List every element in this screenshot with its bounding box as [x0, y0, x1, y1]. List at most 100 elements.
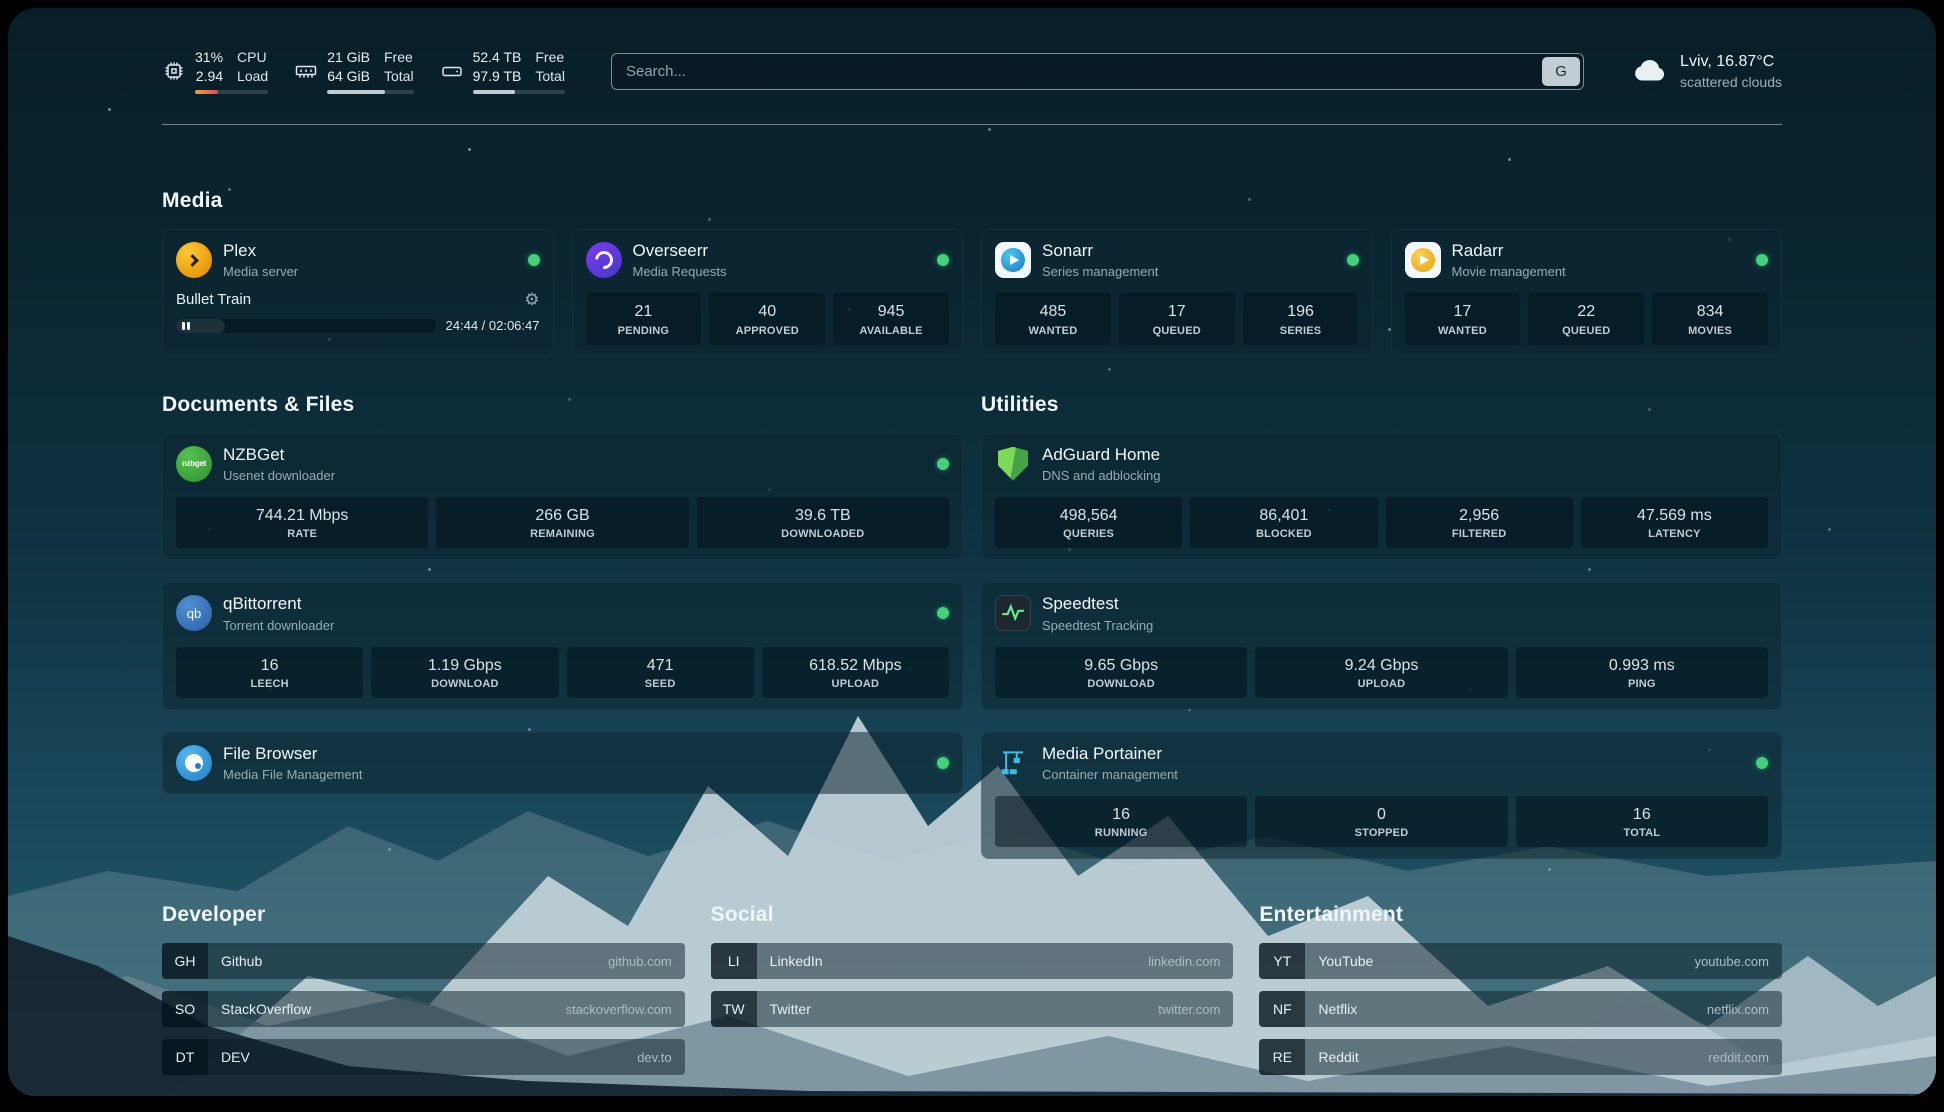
- bookmark-dev[interactable]: DT DEV dev.to: [162, 1039, 685, 1075]
- sonarr-icon: [995, 242, 1031, 278]
- memory-total-label: Total: [384, 67, 414, 85]
- service-subtitle: Media Requests: [633, 264, 927, 279]
- stat-tile: 196 SERIES: [1243, 293, 1359, 344]
- memory-usage-bar: [327, 90, 413, 94]
- section-heading-documents: Documents & Files: [162, 393, 963, 417]
- service-subtitle: Speedtest Tracking: [1042, 618, 1768, 633]
- service-title: Speedtest: [1042, 594, 1768, 614]
- stat-tile: 0.993 ms PING: [1516, 647, 1768, 698]
- stat-tile: 485 WANTED: [995, 293, 1111, 344]
- cpu-label: CPU: [237, 48, 268, 66]
- radarr-icon: [1405, 242, 1441, 278]
- bookmarks-entertainment: Entertainment YT YouTube youtube.com NF …: [1259, 903, 1782, 1087]
- bookmark-name: Reddit: [1318, 1049, 1708, 1065]
- utilities-column: Utilities AdGuard Home DNS and adblockin…: [981, 393, 1782, 860]
- playback-progress-bar[interactable]: [176, 319, 436, 333]
- search-bar: G: [611, 53, 1584, 90]
- section-heading-social: Social: [711, 903, 1234, 927]
- service-card-speedtest[interactable]: Speedtest Speedtest Tracking 9.65 Gbps D…: [981, 582, 1782, 710]
- status-online-dot: [937, 757, 949, 769]
- service-card-adguard[interactable]: AdGuard Home DNS and adblocking 498,564 …: [981, 433, 1782, 561]
- bookmark-name: Twitter: [770, 1001, 1159, 1017]
- search-input[interactable]: [611, 53, 1584, 90]
- bookmarks-developer: Developer GH Github github.com SO StackO…: [162, 903, 685, 1087]
- service-card-nzbget[interactable]: nzbget NZBGet Usenet downloader 744.21 M…: [162, 433, 963, 561]
- bookmark-twitter[interactable]: TW Twitter twitter.com: [711, 991, 1234, 1027]
- bookmark-stackoverflow[interactable]: SO StackOverflow stackoverflow.com: [162, 991, 685, 1027]
- cpu-load-label: Load: [237, 67, 268, 85]
- disk-free-label: Free: [535, 48, 565, 66]
- service-subtitle: Movie management: [1452, 264, 1746, 279]
- stat-tile: 0 STOPPED: [1255, 796, 1507, 847]
- disk-free-value: 52.4 TB: [473, 48, 522, 66]
- bookmark-name: StackOverflow: [221, 1001, 565, 1017]
- service-card-qbittorrent[interactable]: qb qBittorrent Torrent downloader 16 LEE…: [162, 582, 963, 710]
- disk-total-value: 97.9 TB: [473, 67, 522, 85]
- bookmark-url: stackoverflow.com: [565, 1002, 671, 1017]
- bookmark-url: netflix.com: [1707, 1002, 1769, 1017]
- stat-tile: 2,956 FILTERED: [1386, 497, 1573, 548]
- service-title: Sonarr: [1042, 241, 1336, 261]
- bookmark-name: YouTube: [1318, 953, 1694, 969]
- weather-widget: Lviv, 16.87°C scattered clouds: [1630, 52, 1782, 90]
- service-title: qBittorrent: [223, 594, 926, 614]
- stat-tile: 945 AVAILABLE: [833, 293, 949, 344]
- status-online-dot: [528, 254, 540, 266]
- service-title: AdGuard Home: [1042, 445, 1768, 465]
- documents-column: Documents & Files nzbget NZBGet Usenet d…: [162, 393, 963, 795]
- stat-tile: 39.6 TB DOWNLOADED: [697, 497, 949, 548]
- bookmark-name: Netflix: [1318, 1001, 1707, 1017]
- bookmark-url: github.com: [608, 954, 672, 969]
- stat-tile: 16 RUNNING: [995, 796, 1247, 847]
- bookmark-url: reddit.com: [1708, 1050, 1769, 1065]
- bookmark-reddit[interactable]: RE Reddit reddit.com: [1259, 1039, 1782, 1075]
- cloud-icon: [1630, 52, 1668, 90]
- service-subtitle: DNS and adblocking: [1042, 468, 1768, 483]
- nzbget-icon: nzbget: [176, 446, 212, 482]
- service-title: NZBGet: [223, 445, 926, 465]
- stat-tile: 17 QUEUED: [1119, 293, 1235, 344]
- search-provider-button[interactable]: G: [1542, 57, 1580, 86]
- cpu-icon: [162, 59, 186, 83]
- bookmark-youtube[interactable]: YT YouTube youtube.com: [1259, 943, 1782, 979]
- service-subtitle: Media server: [223, 264, 517, 279]
- service-card-filebrowser[interactable]: File Browser Media File Management: [162, 732, 963, 794]
- memory-icon: [294, 59, 318, 83]
- service-card-sonarr[interactable]: Sonarr Series management 485 WANTED 17 Q…: [981, 229, 1373, 357]
- stat-tile: 86,401 BLOCKED: [1190, 497, 1377, 548]
- disk-icon: [440, 59, 464, 83]
- bookmark-url: twitter.com: [1158, 1002, 1220, 1017]
- service-subtitle: Container management: [1042, 767, 1745, 782]
- bookmark-linkedin[interactable]: LI LinkedIn linkedin.com: [711, 943, 1234, 979]
- service-title: File Browser: [223, 744, 926, 764]
- section-heading-media: Media: [162, 189, 1782, 213]
- bookmark-github[interactable]: GH Github github.com: [162, 943, 685, 979]
- pause-icon[interactable]: [182, 322, 190, 330]
- service-subtitle: Torrent downloader: [223, 618, 926, 633]
- stat-tile: 22 QUEUED: [1528, 293, 1644, 344]
- plex-icon: [176, 242, 212, 278]
- service-card-portainer[interactable]: Media Portainer Container management 16 …: [981, 732, 1782, 860]
- bookmark-abbr: LI: [711, 943, 757, 979]
- service-card-overseerr[interactable]: Overseerr Media Requests 21 PENDING 40 A…: [572, 229, 964, 357]
- speedtest-icon: [995, 595, 1031, 631]
- service-title: Overseerr: [633, 241, 927, 261]
- memory-free-label: Free: [384, 48, 414, 66]
- weather-location-temp: Lviv, 16.87°C: [1680, 53, 1782, 71]
- service-card-plex[interactable]: Plex Media server Bullet Train ⚙ 24:44 /…: [162, 229, 554, 357]
- resource-widgets: 31% 2.94 CPU Load: [162, 48, 565, 93]
- service-card-radarr[interactable]: Radarr Movie management 17 WANTED 22 QUE…: [1391, 229, 1783, 357]
- bookmark-netflix[interactable]: NF Netflix netflix.com: [1259, 991, 1782, 1027]
- filebrowser-icon: [176, 745, 212, 781]
- status-online-dot: [937, 607, 949, 619]
- stat-tile: 47.569 ms LATENCY: [1581, 497, 1768, 548]
- disk-widget: 52.4 TB 97.9 TB Free Total: [440, 48, 565, 93]
- stat-tile: 9.24 Gbps UPLOAD: [1255, 647, 1507, 698]
- memory-free-value: 21 GiB: [327, 48, 370, 66]
- bookmark-abbr: RE: [1259, 1039, 1305, 1075]
- service-subtitle: Media File Management: [223, 767, 926, 782]
- service-title: Plex: [223, 241, 517, 261]
- memory-total-value: 64 GiB: [327, 67, 370, 85]
- bookmark-name: Github: [221, 953, 608, 969]
- settings-gear-icon[interactable]: ⚙: [524, 291, 539, 308]
